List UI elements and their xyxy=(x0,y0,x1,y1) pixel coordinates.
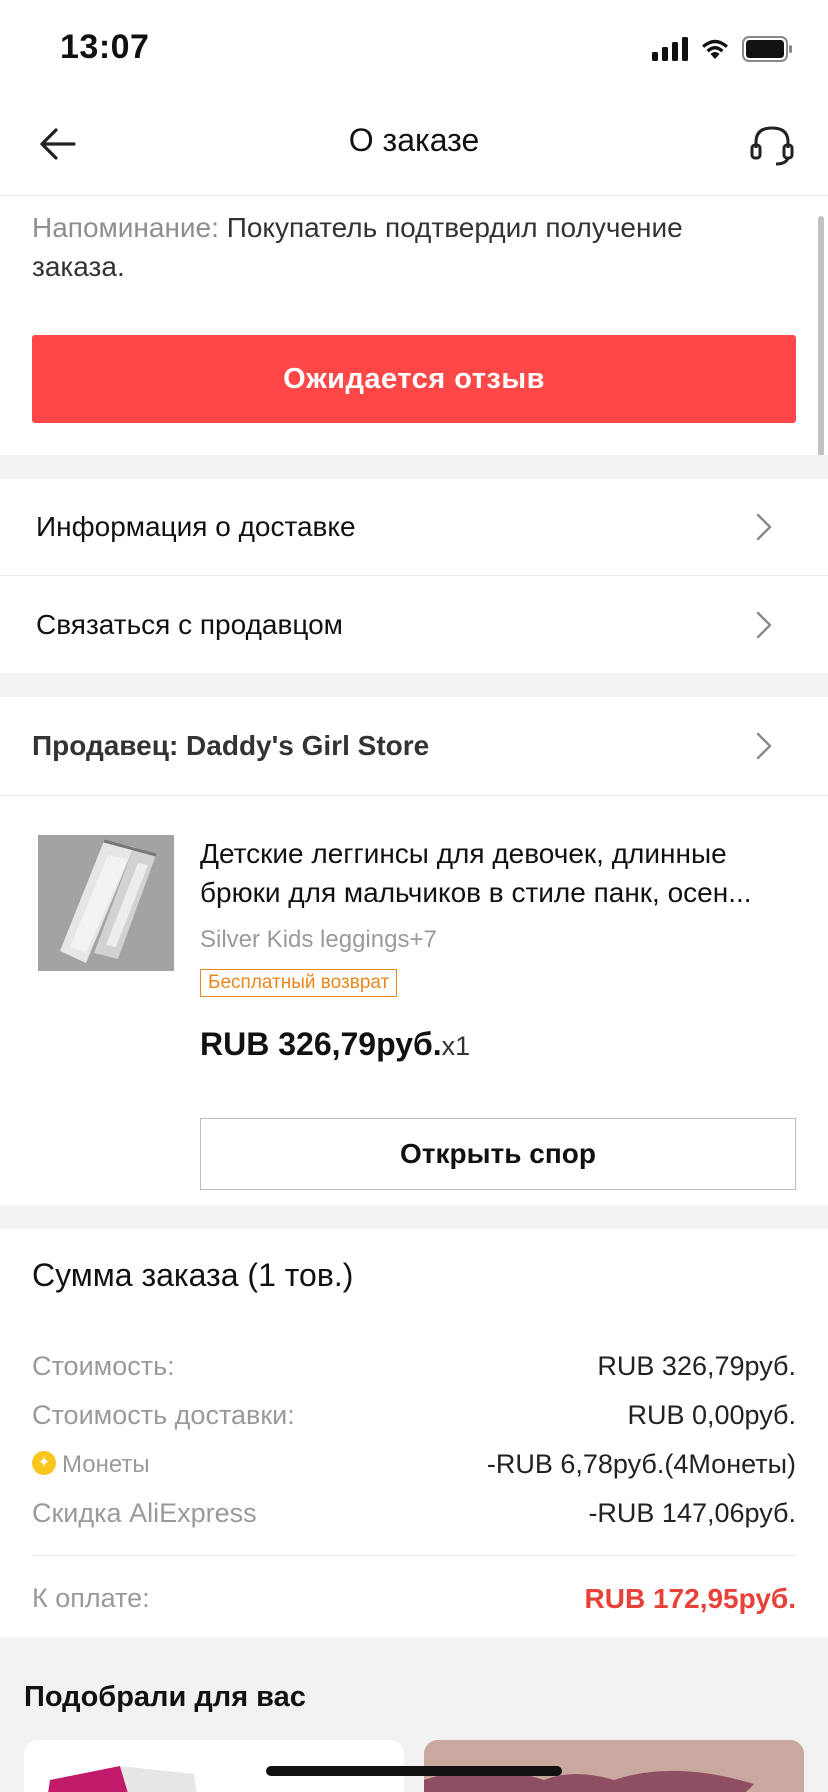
status-bar: 13:07 xyxy=(0,0,828,96)
product-image[interactable] xyxy=(38,835,174,971)
seller-name: Продавец: Daddy's Girl Store xyxy=(32,730,430,761)
status-icons xyxy=(652,34,794,64)
headset-icon[interactable] xyxy=(746,118,798,170)
summary-key: Скидка AliExpress xyxy=(32,1498,257,1528)
product-title[interactable]: Детские леггинсы для девочек, длинные бр… xyxy=(200,834,790,912)
seller-row[interactable]: Продавец: Daddy's Girl Store xyxy=(0,697,828,795)
summary-row-shipping: Стоимость доставки: RUB 0,00руб. xyxy=(32,1400,796,1440)
divider xyxy=(0,795,828,796)
product-quantity: x1 xyxy=(441,1031,471,1061)
summary-row-cost: Стоимость: RUB 326,79руб. xyxy=(32,1351,796,1391)
home-indicator xyxy=(266,1766,562,1776)
contact-seller-row[interactable]: Связаться с продавцом xyxy=(0,576,828,672)
summary-value: RUB 0,00руб. xyxy=(627,1400,796,1430)
summary-row-total: К оплате: RUB 172,95руб. xyxy=(32,1583,796,1623)
product-price: RUB 326,79руб.x1 xyxy=(200,1026,470,1063)
price-value: RUB 326,79руб. xyxy=(200,1026,442,1062)
delivery-info-label: Информация о доставке xyxy=(36,511,356,542)
nav-bar: О заказе xyxy=(0,96,828,196)
awaiting-review-button[interactable]: Ожидается отзыв xyxy=(32,335,796,423)
signal-icon xyxy=(652,37,688,61)
free-return-badge: Бесплатный возврат xyxy=(200,969,398,997)
summary-key: Стоимость: xyxy=(32,1351,175,1381)
open-dispute-button[interactable]: Открыть спор xyxy=(200,1118,796,1190)
total-key: К оплате: xyxy=(32,1583,150,1613)
contact-seller-label: Связаться с продавцом xyxy=(36,609,343,640)
order-reminder: Напоминание: Покупатель подтвердил получ… xyxy=(32,208,772,286)
recommendations-title: Подобрали для вас xyxy=(24,1681,306,1713)
summary-title: Сумма заказа (1 тов.) xyxy=(32,1257,354,1293)
leggings-image xyxy=(38,835,174,971)
chevron-right-icon xyxy=(756,732,772,760)
summary-value: -RUB 6,78руб.(4Монеты) xyxy=(486,1449,796,1479)
total-value: RUB 172,95руб. xyxy=(584,1583,796,1614)
summary-row-coins: Монеты -RUB 6,78руб.(4Монеты) xyxy=(32,1449,796,1489)
summary-key: Стоимость доставки: xyxy=(32,1400,295,1430)
summary-value: -RUB 147,06руб. xyxy=(588,1498,796,1528)
delivery-info-row[interactable]: Информация о доставке xyxy=(0,479,828,575)
product-sku: Silver Kids leggings+7 xyxy=(200,926,437,953)
section-gap xyxy=(0,455,828,479)
scrollbar[interactable] xyxy=(818,216,824,480)
divider xyxy=(32,1555,796,1556)
summary-key: Монеты xyxy=(62,1451,150,1478)
chevron-right-icon xyxy=(756,611,772,639)
coin-icon xyxy=(32,1451,56,1475)
wifi-icon xyxy=(702,39,728,59)
section-gap xyxy=(0,1205,828,1229)
battery-icon xyxy=(742,36,792,62)
summary-value: RUB 326,79руб. xyxy=(597,1351,796,1381)
reminder-label: Напоминание: xyxy=(32,212,219,243)
section-gap xyxy=(0,673,828,697)
page-title: О заказе xyxy=(348,122,480,158)
status-time: 13:07 xyxy=(60,28,150,66)
chevron-right-icon xyxy=(756,513,772,541)
coins-key: Монеты xyxy=(32,1451,150,1479)
summary-row-discount: Скидка AliExpress -RUB 147,06руб. xyxy=(32,1498,796,1538)
